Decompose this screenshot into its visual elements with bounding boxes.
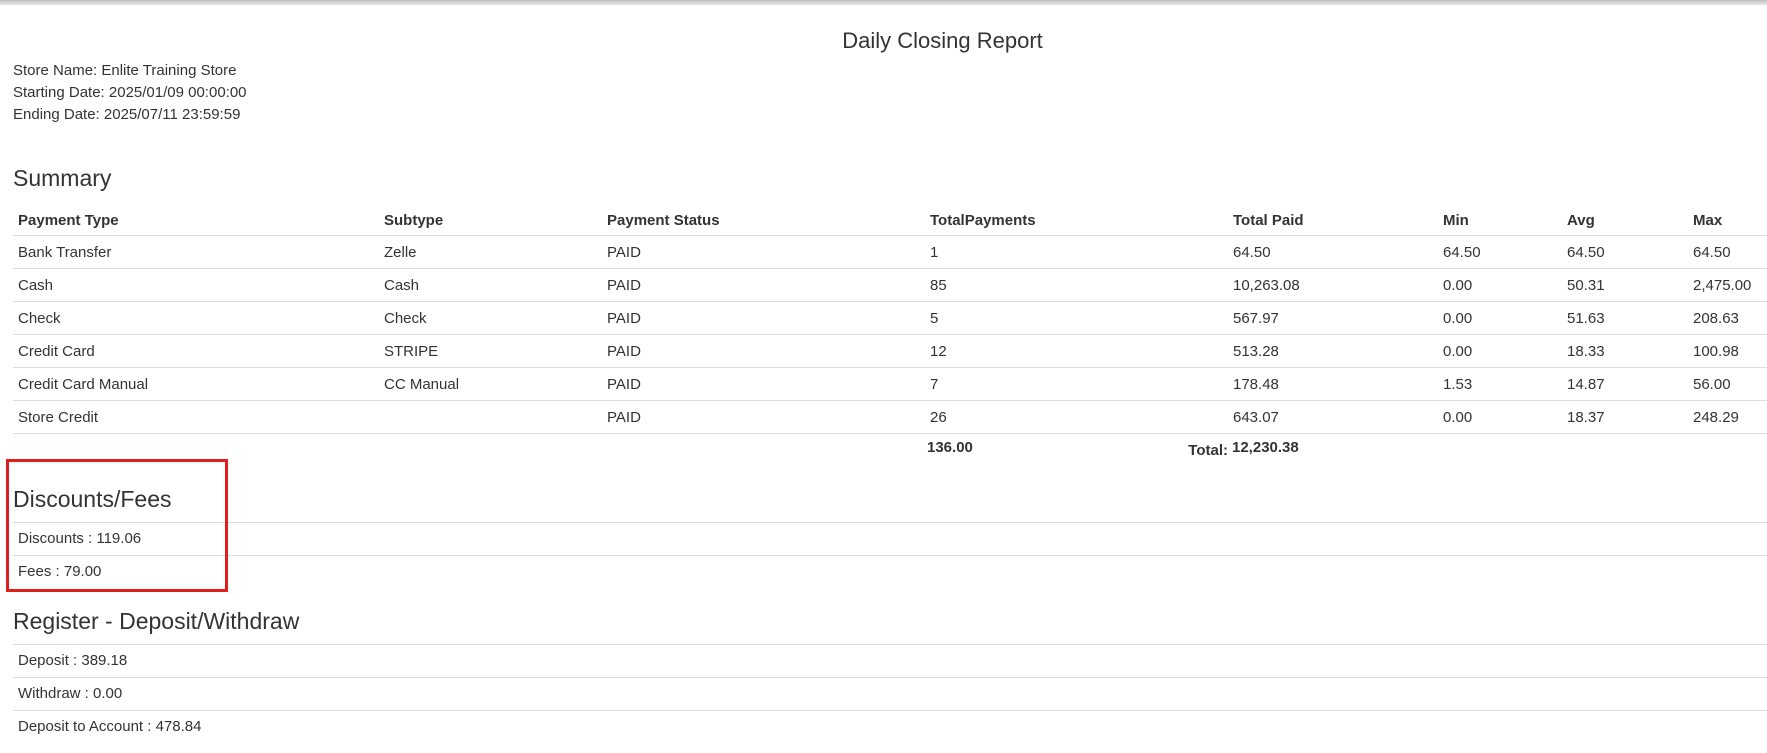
top-border [0,0,1767,5]
table-row: Store Credit PAID 26 643.07 0.00 18.37 2… [13,400,1767,434]
ending-date: Ending Date: 2025/07/11 23:59:59 [13,106,241,123]
cell-subtype: Check [379,301,602,335]
cell-payment-status: PAID [602,367,925,401]
header-subtype: Subtype [379,205,602,236]
table-row: Credit Card Manual CC Manual PAID 7 178.… [13,367,1767,401]
cell-payment-type: Credit Card Manual [13,367,379,401]
cell-total-paid: 178.48 [1228,367,1438,401]
cell-payment-status: PAID [602,301,925,335]
cell-avg: 14.87 [1562,367,1688,401]
cell-avg: 18.33 [1562,334,1688,368]
highlight-box [6,459,228,592]
store-name: Store Name: Enlite Training Store [13,62,237,79]
cell-min: 64.50 [1438,235,1562,269]
cell-avg: 50.31 [1562,268,1688,302]
cell-payment-status: PAID [602,235,925,269]
cell-payment-type: Credit Card [13,334,379,368]
register-list: Deposit : 389.18 Withdraw : 0.00 Deposit… [13,644,1767,743]
withdraw-row: Withdraw : 0.00 [13,677,1767,710]
cell-total-paid: 513.28 [1228,334,1438,368]
header-total-paid: Total Paid [1228,205,1438,236]
header-avg: Avg [1562,205,1688,236]
summary-title: Summary [13,165,112,191]
cell-min: 0.00 [1438,334,1562,368]
total-label: Total: [1188,441,1228,459]
discounts-fees-list: Discounts : 119.06 Fees : 79.00 [13,522,1767,588]
cell-total-payments: 26 [925,400,1228,434]
cell-max: 100.98 [1688,334,1767,368]
discounts-row: Discounts : 119.06 [13,522,1767,555]
table-row: Bank Transfer Zelle PAID 1 64.50 64.50 6… [13,235,1767,269]
cell-min: 1.53 [1438,367,1562,401]
cell-avg: 64.50 [1562,235,1688,269]
cell-payment-status: PAID [602,400,925,434]
cell-total-paid: 64.50 [1228,235,1438,269]
report-title: Daily Closing Report [842,28,1043,53]
cell-avg: 18.37 [1562,400,1688,434]
header-min: Min [1438,205,1562,236]
summary-header-row: Payment Type Subtype Payment Status Tota… [13,205,1767,236]
cell-max: 2,475.00 [1688,268,1767,302]
header-max: Max [1688,205,1767,236]
cell-subtype: Zelle [379,235,602,269]
cell-payment-status: PAID [602,334,925,368]
summary-table: Payment Type Subtype Payment Status Tota… [13,205,1767,466]
header-payment-status: Payment Status [602,205,925,236]
cell-min: 0.00 [1438,268,1562,302]
cell-max: 64.50 [1688,235,1767,269]
cell-min: 0.00 [1438,400,1562,434]
cell-total-paid: 10,263.08 [1228,268,1438,302]
fees-row: Fees : 79.00 [13,555,1767,588]
starting-date: Starting Date: 2025/01/09 00:00:00 [13,84,247,101]
deposit-to-account-row: Deposit to Account : 478.84 [13,710,1767,743]
total-paid-value: 12,230.38 [1232,439,1299,456]
cell-subtype [379,400,602,434]
total-payments-value: 136.00 [927,439,973,456]
cell-max: 208.63 [1688,301,1767,335]
cell-total-payments: 1 [925,235,1228,269]
cell-max: 248.29 [1688,400,1767,434]
cell-total-payments: 85 [925,268,1228,302]
cell-payment-type: Store Credit [13,400,379,434]
report-meta: Store Name: Enlite Training Store Starti… [13,60,247,126]
cell-subtype: STRIPE [379,334,602,368]
cell-total-payments: 7 [925,367,1228,401]
cell-min: 0.00 [1438,301,1562,335]
cell-total-paid: 643.07 [1228,400,1438,434]
cell-payment-type: Bank Transfer [13,235,379,269]
table-row: Credit Card STRIPE PAID 12 513.28 0.00 1… [13,334,1767,368]
cell-max: 56.00 [1688,367,1767,401]
table-row: Check Check PAID 5 567.97 0.00 51.63 208… [13,301,1767,335]
cell-total-paid: 567.97 [1228,301,1438,335]
cell-total-payments: 5 [925,301,1228,335]
header-payment-type: Payment Type [13,205,379,236]
cell-payment-type: Check [13,301,379,335]
cell-total-payments: 12 [925,334,1228,368]
cell-payment-type: Cash [13,268,379,302]
cell-subtype: CC Manual [379,367,602,401]
cell-payment-status: PAID [602,268,925,302]
deposit-row: Deposit : 389.18 [13,644,1767,677]
cell-subtype: Cash [379,268,602,302]
cell-avg: 51.63 [1562,301,1688,335]
total-row: Total: [13,434,1767,467]
header-total-payments: TotalPayments [925,205,1228,236]
table-row: Cash Cash PAID 85 10,263.08 0.00 50.31 2… [13,268,1767,302]
register-title: Register - Deposit/Withdraw [13,608,300,634]
